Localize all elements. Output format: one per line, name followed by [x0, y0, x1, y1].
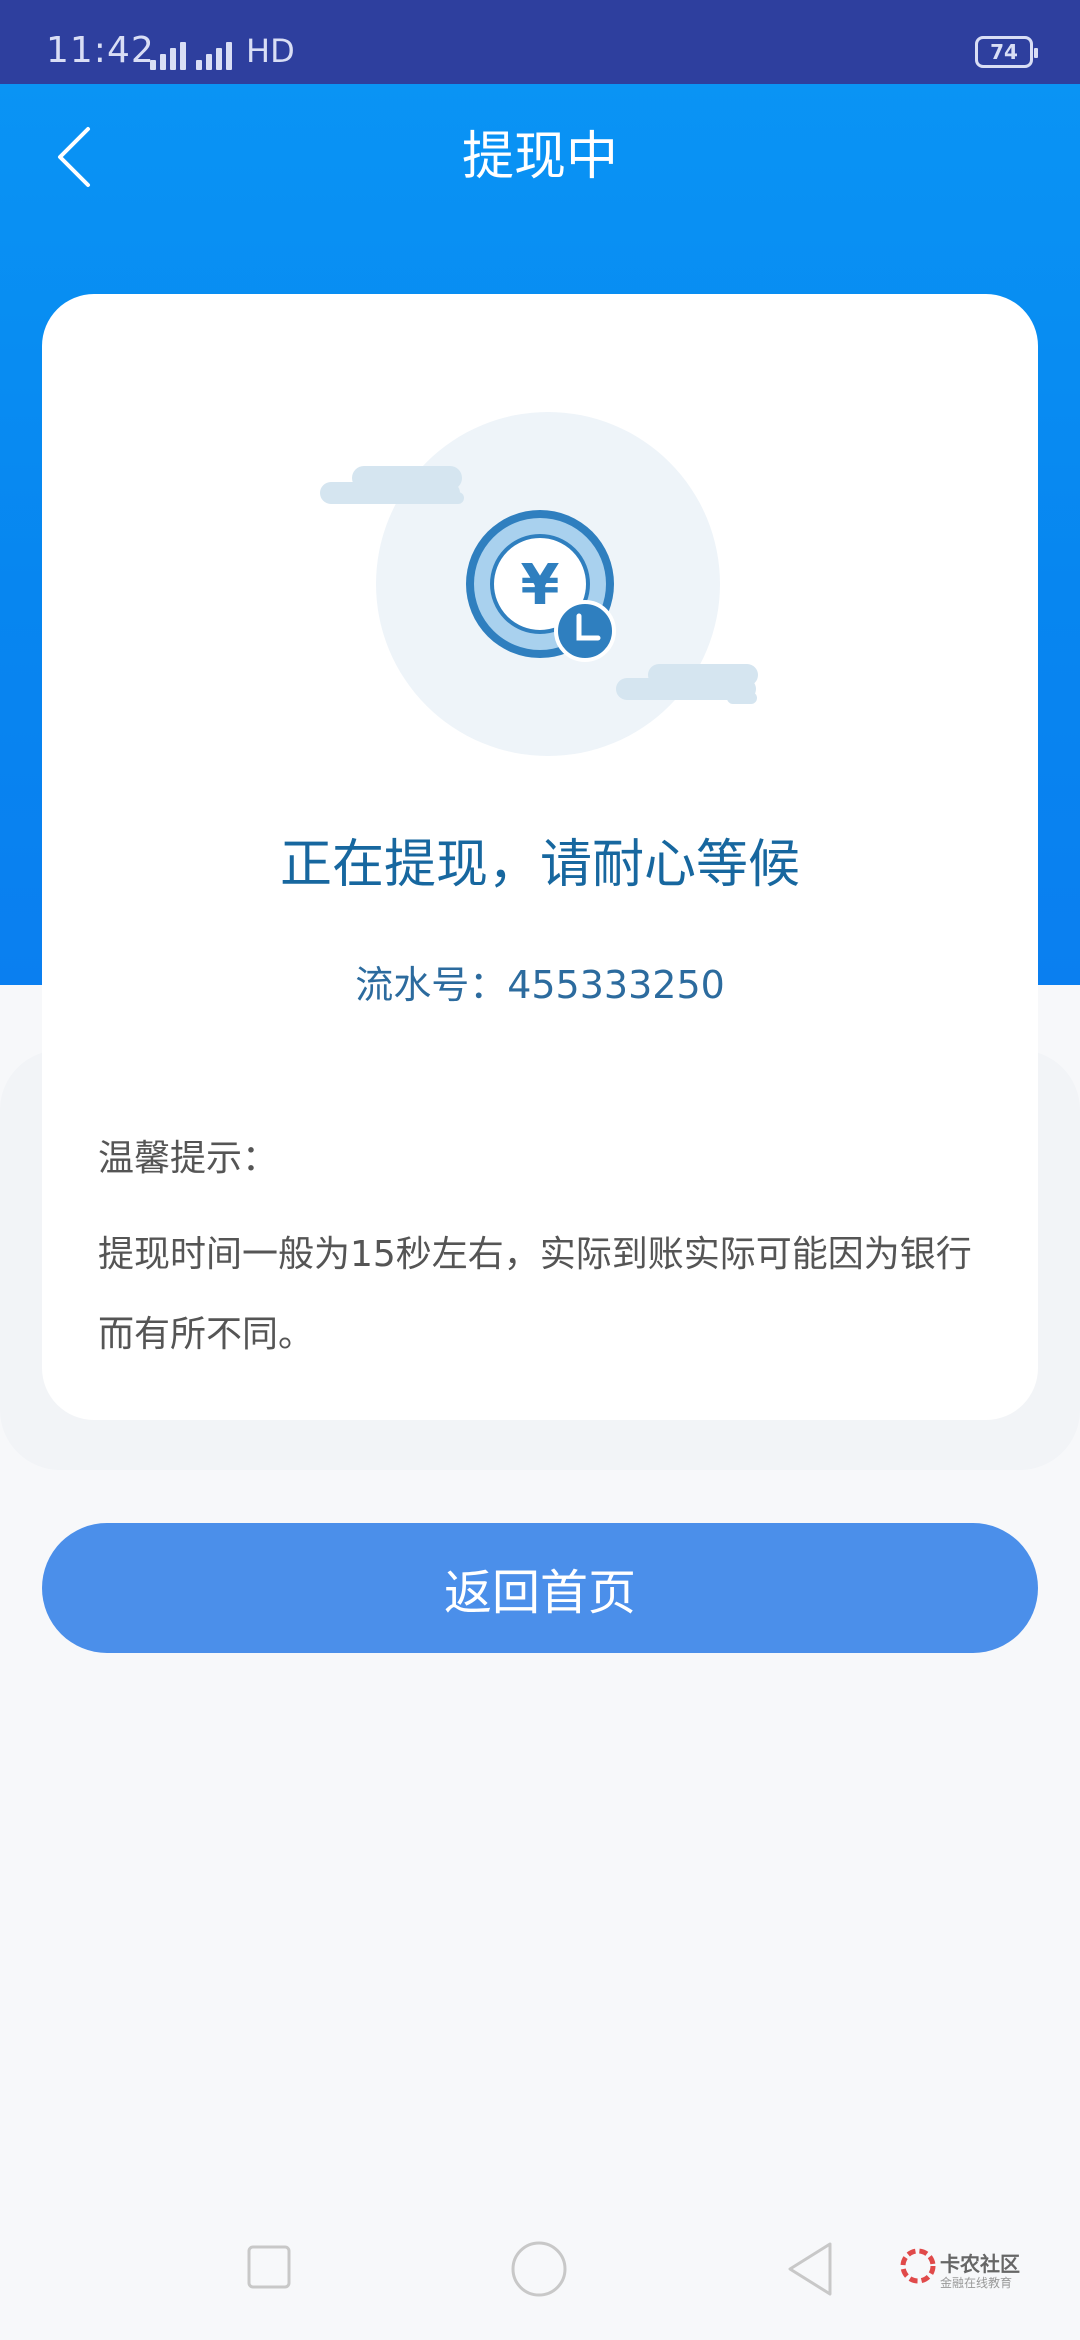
battery-icon: 74: [975, 36, 1038, 68]
status-message: 正在提现，请耐心等候: [279, 835, 800, 895]
return-home-button[interactable]: 返回首页: [42, 1523, 1038, 1653]
serial-number: 流水号：455333250: [355, 963, 725, 1007]
tip-title: 温馨提示：: [98, 1138, 279, 1179]
triangle-back-icon: [788, 2242, 832, 2296]
logo-icon: [900, 2248, 936, 2284]
watermark-logo: 卡农社区 金融在线教育: [900, 2248, 1070, 2298]
page-title: 提现中: [461, 127, 618, 187]
home-nav-button[interactable]: [510, 2240, 568, 2302]
tip-body: 提现时间一般为15秒左右，实际到账实际可能因为银行而有所不同。: [98, 1234, 972, 1355]
signal-icon: [196, 42, 232, 70]
hd-label: HD: [246, 32, 295, 70]
status-time: 11:42: [46, 30, 155, 71]
square-icon: [247, 2245, 291, 2289]
yuan-coin-clock-icon: ¥: [320, 412, 758, 756]
circle-icon: [511, 2241, 567, 2297]
svg-text:¥: ¥: [521, 553, 560, 618]
signal-icon: [150, 40, 186, 70]
recent-apps-button[interactable]: [246, 2244, 292, 2294]
watermark-subtitle: 金融在线教育: [940, 2276, 1013, 2290]
watermark-title: 卡农社区: [940, 2252, 1020, 2276]
status-signals: HD: [150, 30, 295, 70]
status-bar: 11:42 HD 74: [0, 0, 1080, 84]
back-nav-button[interactable]: [786, 2240, 834, 2302]
